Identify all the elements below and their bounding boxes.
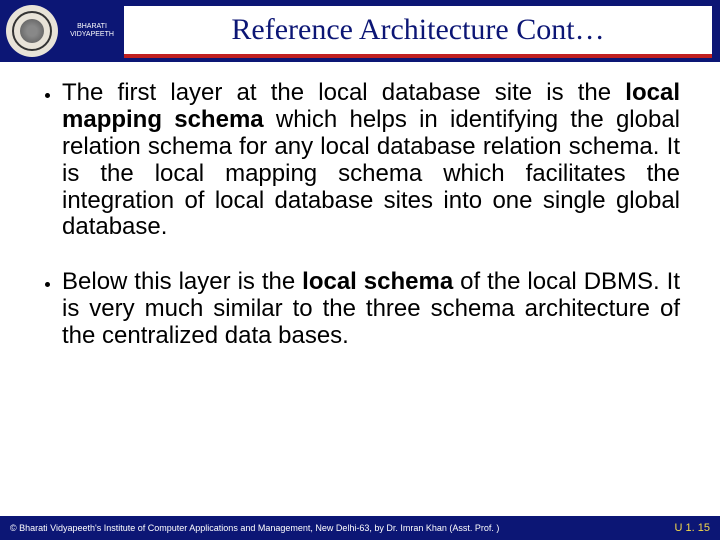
bullet-text-pre: Below this layer is the [62,268,302,295]
bullet-text-pre: The first layer at the local database si… [62,79,625,106]
slide-title: Reference Architecture Cont… [231,13,604,47]
header-bar: BHARATI VIDYAPEETH Reference Architectur… [0,0,720,62]
footer-copyright: © Bharati Vidyapeeth's Institute of Comp… [10,523,499,533]
content-area: The first layer at the local database si… [0,62,720,350]
footer-page-number: U 1. 15 [675,522,710,534]
bullet-item: Below this layer is the local schema of … [62,269,680,350]
logo-text-bottom: VIDYAPEETH [70,31,114,38]
footer-bar: © Bharati Vidyapeeth's Institute of Comp… [0,516,720,540]
logo-text-top: BHARATI [77,23,107,30]
title-bar: Reference Architecture Cont… [124,4,712,58]
institution-name: BHARATI VIDYAPEETH [64,23,120,38]
bullet-item: The first layer at the local database si… [62,80,680,241]
bullet-list: The first layer at the local database si… [40,80,680,350]
bullet-text-bold: local schema [302,268,453,295]
slide: BHARATI VIDYAPEETH Reference Architectur… [0,0,720,540]
institution-logo-icon [6,5,58,57]
